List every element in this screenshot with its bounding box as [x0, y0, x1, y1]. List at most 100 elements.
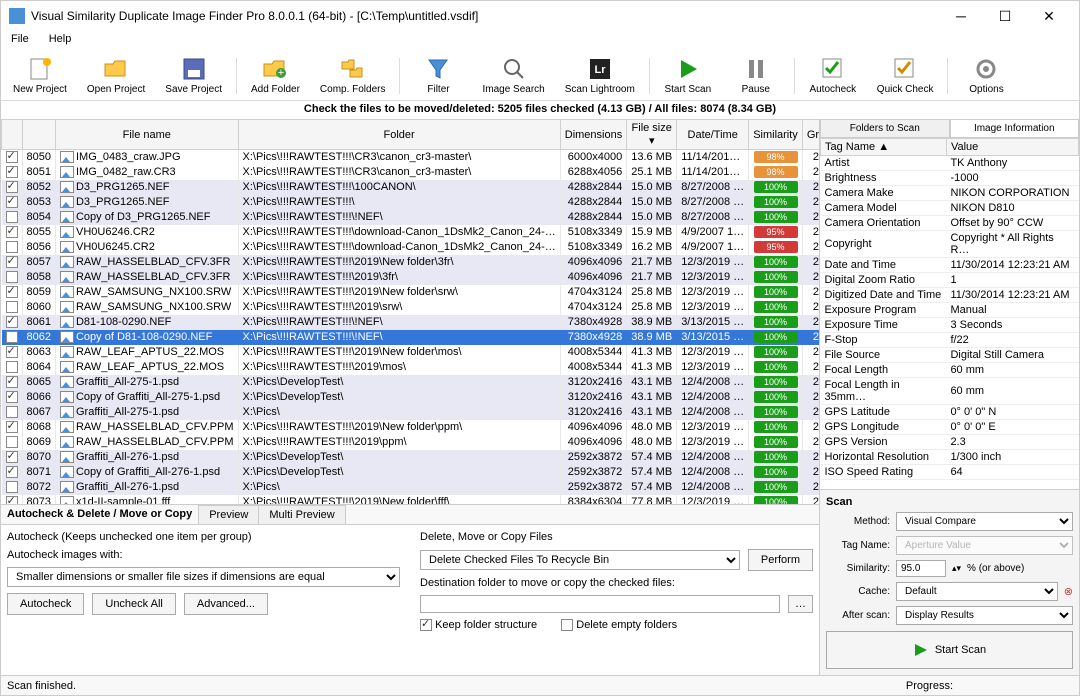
row-checkbox[interactable]: [6, 331, 18, 343]
col-dimensions[interactable]: Dimensions: [560, 120, 626, 150]
quick-check-button[interactable]: Quick Check: [871, 54, 940, 97]
row-checkbox[interactable]: [6, 166, 18, 178]
advanced-button[interactable]: Advanced...: [184, 593, 268, 615]
table-row[interactable]: 8066Copy of Graffiti_All-275-1.psdX:\Pic…: [2, 390, 820, 405]
property-row[interactable]: Camera OrientationOffset by 90° CCW: [821, 216, 1079, 231]
table-row[interactable]: 8059RAW_SAMSUNG_NX100.SRWX:\Pics\!!!RAWT…: [2, 285, 820, 300]
row-checkbox[interactable]: [6, 226, 18, 238]
row-checkbox[interactable]: [6, 436, 18, 448]
pause-button[interactable]: Pause: [726, 54, 786, 97]
row-checkbox[interactable]: [6, 376, 18, 388]
row-checkbox[interactable]: [6, 451, 18, 463]
delete-action-select[interactable]: Delete Checked Files To Recycle Bin: [420, 550, 740, 570]
property-row[interactable]: Horizontal Resolution1/300 inch: [821, 450, 1079, 465]
scan-after-select[interactable]: Display Results: [896, 606, 1073, 625]
col-filesize[interactable]: File size ▾: [627, 120, 677, 150]
row-checkbox[interactable]: [6, 241, 18, 253]
start-scan-main-button[interactable]: Start Scan: [826, 631, 1073, 669]
property-row[interactable]: CopyrightCopyright * All Rights R…: [821, 231, 1079, 258]
row-checkbox[interactable]: [6, 361, 18, 373]
row-checkbox[interactable]: [6, 391, 18, 403]
browse-button[interactable]: …: [788, 595, 813, 613]
table-row[interactable]: 8061D81-108-0290.NEFX:\Pics\!!!RAWTEST!!…: [2, 315, 820, 330]
property-row[interactable]: F-Stopf/22: [821, 333, 1079, 348]
row-checkbox[interactable]: [6, 301, 18, 313]
menu-help[interactable]: Help: [45, 31, 76, 51]
add-folder-button[interactable]: +Add Folder: [245, 54, 306, 97]
property-list[interactable]: Tag Name ▲ Value ArtistTK AnthonyBrightn…: [820, 138, 1079, 489]
prop-col-value[interactable]: Value: [946, 139, 1078, 156]
row-checkbox[interactable]: [6, 271, 18, 283]
tab-multi-preview[interactable]: Multi Preview: [258, 505, 345, 524]
scan-method-select[interactable]: Visual Compare: [896, 512, 1073, 531]
tab-preview[interactable]: Preview: [198, 505, 259, 524]
property-row[interactable]: File SourceDigital Still Camera: [821, 348, 1079, 363]
image-search-button[interactable]: Image Search: [476, 54, 550, 97]
tab-folders-to-scan[interactable]: Folders to Scan: [820, 119, 950, 137]
property-row[interactable]: Brightness-1000: [821, 171, 1079, 186]
table-row[interactable]: 8073x1d-II-sample-01.fffX:\Pics\!!!RAWTE…: [2, 495, 820, 506]
scan-similarity-input[interactable]: [896, 560, 946, 577]
clear-cache-icon[interactable]: ⊗: [1064, 585, 1073, 598]
uncheck-all-button[interactable]: Uncheck All: [92, 593, 175, 615]
table-row[interactable]: 8068RAW_HASSELBLAD_CFV.PPMX:\Pics\!!!RAW…: [2, 420, 820, 435]
property-row[interactable]: Exposure ProgramManual: [821, 303, 1079, 318]
table-row[interactable]: 8067Graffiti_All-275-1.psdX:\Pics\3120x2…: [2, 405, 820, 420]
table-row[interactable]: 8058RAW_HASSELBLAD_CFV.3FRX:\Pics\!!!RAW…: [2, 270, 820, 285]
table-row[interactable]: 8065Graffiti_All-275-1.psdX:\Pics\Develo…: [2, 375, 820, 390]
row-checkbox[interactable]: [6, 421, 18, 433]
row-checkbox[interactable]: [6, 316, 18, 328]
property-row[interactable]: GPS Version2.3: [821, 435, 1079, 450]
table-row[interactable]: 8057RAW_HASSELBLAD_CFV.3FRX:\Pics\!!!RAW…: [2, 255, 820, 270]
tab-image-information[interactable]: Image Information: [950, 119, 1080, 137]
table-row[interactable]: 8063RAW_LEAF_APTUS_22.MOSX:\Pics\!!!RAWT…: [2, 345, 820, 360]
row-checkbox[interactable]: [6, 496, 18, 505]
col-folder[interactable]: Folder: [238, 120, 560, 150]
property-row[interactable]: Focal Length in 35mm…60 mm: [821, 378, 1079, 405]
property-row[interactable]: GPS Latitude0° 0' 0" N: [821, 405, 1079, 420]
options-button[interactable]: Options: [956, 54, 1016, 97]
col-similarity[interactable]: Similarity: [749, 120, 803, 150]
results-grid[interactable]: File name Folder Dimensions File size ▾ …: [1, 119, 819, 505]
perform-button[interactable]: Perform: [748, 549, 813, 571]
minimize-button[interactable]: ─: [939, 2, 983, 30]
keep-folder-checkbox[interactable]: Keep folder structure: [420, 619, 537, 631]
table-row[interactable]: 8053D3_PRG1265.NEFX:\Pics\!!!RAWTEST!!!\…: [2, 195, 820, 210]
start-scan-button[interactable]: Start Scan: [658, 54, 718, 97]
autocheck-select[interactable]: Smaller dimensions or smaller file sizes…: [7, 567, 400, 587]
new-project-button[interactable]: New Project: [7, 54, 73, 97]
close-button[interactable]: ✕: [1027, 2, 1071, 30]
table-row[interactable]: 8071Copy of Graffiti_All-276-1.psdX:\Pic…: [2, 465, 820, 480]
table-row[interactable]: 8051IMG_0482_raw.CR3X:\Pics\!!!RAWTEST!!…: [2, 165, 820, 180]
property-row[interactable]: GPS Longitude0° 0' 0" E: [821, 420, 1079, 435]
row-checkbox[interactable]: [6, 481, 18, 493]
table-row[interactable]: 8056VH0U6245.CR2X:\Pics\!!!RAWTEST!!!\do…: [2, 240, 820, 255]
property-row[interactable]: Camera ModelNIKON D810: [821, 201, 1079, 216]
menu-file[interactable]: File: [7, 31, 33, 51]
col-datetime[interactable]: Date/Time: [677, 120, 749, 150]
dest-input[interactable]: [420, 595, 780, 613]
open-project-button[interactable]: Open Project: [81, 54, 151, 97]
table-row[interactable]: 8054Copy of D3_PRG1265.NEFX:\Pics\!!!RAW…: [2, 210, 820, 225]
save-project-button[interactable]: Save Project: [159, 54, 228, 97]
table-row[interactable]: 8070Graffiti_All-276-1.psdX:\Pics\Develo…: [2, 450, 820, 465]
row-checkbox[interactable]: [6, 346, 18, 358]
row-checkbox[interactable]: [6, 256, 18, 268]
property-row[interactable]: ArtistTK Anthony: [821, 156, 1079, 171]
table-row[interactable]: 8060RAW_SAMSUNG_NX100.SRWX:\Pics\!!!RAWT…: [2, 300, 820, 315]
filter-button[interactable]: Filter: [408, 54, 468, 97]
row-checkbox[interactable]: [6, 151, 18, 163]
table-row[interactable]: 8052D3_PRG1265.NEFX:\Pics\!!!RAWTEST!!!\…: [2, 180, 820, 195]
autocheck-run-button[interactable]: Autocheck: [7, 593, 84, 615]
row-checkbox[interactable]: [6, 181, 18, 193]
row-checkbox[interactable]: [6, 196, 18, 208]
property-row[interactable]: Digitized Date and Time11/30/2014 12:23:…: [821, 288, 1079, 303]
col-group[interactable]: Group: [802, 120, 819, 150]
row-checkbox[interactable]: [6, 406, 18, 418]
table-row[interactable]: 8064RAW_LEAF_APTUS_22.MOSX:\Pics\!!!RAWT…: [2, 360, 820, 375]
property-row[interactable]: Camera MakeNIKON CORPORATION: [821, 186, 1079, 201]
row-checkbox[interactable]: [6, 286, 18, 298]
property-row[interactable]: Digital Zoom Ratio1: [821, 273, 1079, 288]
property-row[interactable]: Focal Length60 mm: [821, 363, 1079, 378]
table-row[interactable]: 8062Copy of D81-108-0290.NEFX:\Pics\!!!R…: [2, 330, 820, 345]
